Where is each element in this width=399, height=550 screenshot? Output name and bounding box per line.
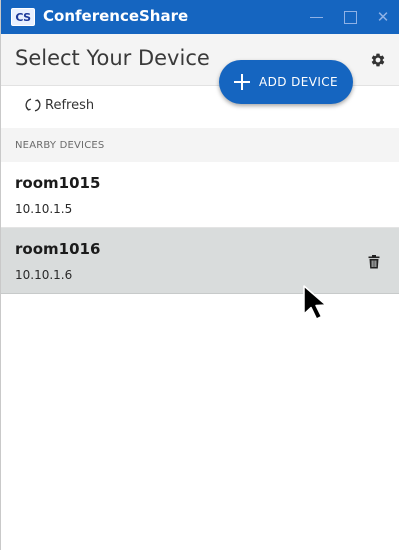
device-item-room1015[interactable]: room1015 10.10.1.5 [1, 162, 399, 228]
device-name: room1016 [15, 240, 101, 258]
gear-icon[interactable] [370, 52, 386, 68]
refresh-label: Refresh [45, 97, 95, 113]
page-title: Select Your Device [15, 46, 210, 70]
device-name: room1015 [15, 174, 101, 192]
refresh-button[interactable]: Refresh [25, 95, 94, 115]
add-device-button[interactable]: ADD DEVICE [219, 60, 353, 104]
minimize-button[interactable] [299, 0, 333, 34]
section-label: NEARBY DEVICES [15, 140, 105, 151]
section-header: NEARBY DEVICES [1, 128, 399, 162]
device-list: room1015 10.10.1.5 room1016 10.10.1.6 [1, 162, 399, 294]
close-icon: ✕ [376, 8, 390, 26]
minimize-icon [309, 16, 323, 18]
trash-icon[interactable] [368, 255, 380, 269]
title-bar: CS ConferenceShare ✕ [1, 0, 399, 34]
app-logo-text: CS [15, 10, 31, 24]
device-ip: 10.10.1.6 [15, 268, 73, 282]
app-title: ConferenceShare [43, 7, 189, 25]
plus-icon [234, 74, 250, 90]
add-device-label: ADD DEVICE [259, 75, 339, 89]
close-button[interactable]: ✕ [366, 0, 399, 34]
device-ip: 10.10.1.5 [15, 202, 73, 216]
app-window: CS ConferenceShare ✕ Select Your Device … [0, 0, 399, 550]
device-item-room1016[interactable]: room1016 10.10.1.6 [1, 228, 399, 294]
refresh-icon [25, 98, 41, 112]
maximize-button[interactable] [333, 0, 367, 34]
app-logo: CS [11, 8, 35, 26]
maximize-icon [343, 10, 357, 24]
